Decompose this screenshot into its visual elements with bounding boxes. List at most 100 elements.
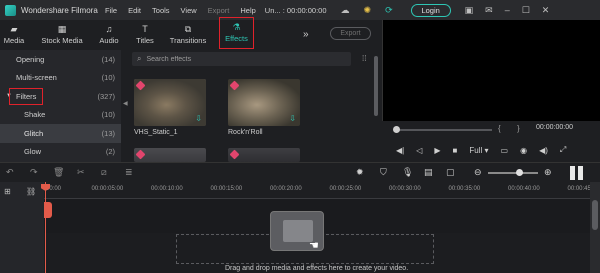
sidebar-item-multi-screen[interactable]: Multi-screen (10) bbox=[0, 69, 121, 88]
playhead-line[interactable] bbox=[45, 182, 46, 273]
crop-icon[interactable]: ⧄ bbox=[101, 167, 107, 178]
sidebar-item-shake[interactable]: Shake (10) bbox=[0, 106, 121, 125]
menu-help[interactable]: Help bbox=[240, 6, 255, 15]
minimize-icon[interactable]: – bbox=[505, 5, 510, 16]
menu-file[interactable]: File bbox=[105, 6, 117, 15]
menu-export[interactable]: Export bbox=[208, 6, 230, 15]
grid-view-icon[interactable]: ⁞⁞ bbox=[362, 54, 366, 63]
media-tabs: ▰ Media ▦ Stock Media ♫ Audio T Titles ⧉… bbox=[0, 17, 382, 50]
preview-scrubber-track[interactable] bbox=[397, 129, 492, 131]
pause-icon[interactable] bbox=[570, 166, 585, 180]
window-controls: ▣ ✉ – ☐ ✕ bbox=[465, 5, 550, 16]
tab-media[interactable]: ▰ Media bbox=[2, 20, 26, 50]
menu-view[interactable]: View bbox=[181, 6, 197, 15]
effect-thumbnail-vhs-static[interactable]: ⇩ bbox=[134, 79, 206, 126]
quality-value: Full bbox=[469, 145, 483, 155]
sync-icon[interactable]: ⟳ bbox=[385, 5, 393, 16]
effects-library: ⌕ ⁞⁞ ⇩ VHS_Static_1 ⇩ Rock'n'Roll bbox=[129, 50, 382, 162]
zoom-slider-track[interactable] bbox=[488, 172, 538, 174]
undo-icon[interactable]: ↶ bbox=[6, 167, 14, 178]
step-back-icon[interactable]: ◀| bbox=[396, 146, 404, 155]
fullscreen-icon[interactable]: ⤢ bbox=[560, 145, 566, 155]
redo-icon[interactable]: ↷ bbox=[30, 167, 38, 178]
sidebar-item-label: Opening bbox=[16, 54, 45, 64]
tab-titles[interactable]: T Titles bbox=[133, 20, 157, 50]
more-tabs-icon[interactable]: » bbox=[303, 29, 309, 40]
add-track-icon[interactable]: ⊞ bbox=[4, 187, 11, 196]
volume-icon[interactable]: ◀) bbox=[539, 146, 548, 155]
mark-in-icon[interactable]: { bbox=[498, 124, 501, 133]
preview-window bbox=[382, 20, 600, 121]
save-icon[interactable]: ▣ bbox=[465, 5, 474, 16]
effect-thumbnail-rock-n-roll[interactable]: ⇩ bbox=[228, 79, 300, 126]
tab-audio[interactable]: ♫ Audio bbox=[97, 20, 121, 50]
cloud-icon[interactable]: ☁ bbox=[341, 5, 350, 16]
tab-titles-label: Titles bbox=[136, 36, 154, 45]
effects-category-sidebar: Opening (14) Multi-screen (10) ▼ Filters… bbox=[0, 50, 121, 162]
search-input[interactable] bbox=[146, 55, 337, 63]
timeline-ruler[interactable]: 00:00 00:00:05:00 00:00:10:00 00:00:15:00 00… bbox=[44, 182, 599, 199]
download-icon[interactable]: ⇩ bbox=[195, 114, 202, 123]
microphone-icon[interactable]: 🎙 bbox=[402, 167, 413, 178]
zoom-out-icon[interactable]: ⊖ bbox=[474, 167, 482, 178]
clip-icon[interactable]: ▢ bbox=[446, 167, 455, 178]
ruler-tick-label: 00:00:20:00 bbox=[270, 186, 302, 192]
delete-icon[interactable]: 🗑 bbox=[53, 167, 64, 178]
snapshot-icon[interactable]: ◉ bbox=[520, 146, 527, 155]
title-bar: Wondershare Filmora File Edit Tools View… bbox=[0, 0, 600, 20]
folder-icon: ▰ bbox=[10, 24, 18, 34]
track-header-panel: ⊞ ⛓ bbox=[0, 182, 44, 273]
effects-scrollbar[interactable] bbox=[374, 56, 378, 116]
sidebar-item-label: Shake bbox=[24, 110, 46, 120]
cut-icon[interactable]: ✂ bbox=[77, 167, 85, 178]
sidebar-item-count: (2) bbox=[105, 147, 115, 157]
sidebar-item-count: (327) bbox=[97, 91, 115, 101]
tab-effects[interactable]: ⚗ Effects bbox=[219, 17, 254, 49]
audio-track-icon[interactable]: ▤ bbox=[424, 167, 433, 178]
hand-cursor-icon: ☚ bbox=[309, 240, 319, 252]
tab-effects-label: Effects bbox=[225, 34, 248, 43]
mail-icon[interactable]: ✉ bbox=[485, 5, 493, 16]
zoom-in-icon[interactable]: ⊕ bbox=[544, 167, 552, 178]
login-button[interactable]: Login bbox=[410, 3, 451, 17]
zoom-slider-knob[interactable] bbox=[516, 169, 523, 176]
play-back-icon[interactable]: ◁ bbox=[416, 146, 422, 155]
preview-scrubber-knob[interactable] bbox=[393, 126, 400, 133]
ruler-tick-label: 00:00:15:00 bbox=[210, 186, 243, 192]
tab-transitions[interactable]: ⧉ Transitions bbox=[168, 20, 208, 50]
maximize-icon[interactable]: ☐ bbox=[522, 5, 530, 16]
link-icon[interactable]: ⛓ bbox=[26, 187, 36, 196]
lightbulb-icon[interactable]: ✺ bbox=[364, 5, 372, 16]
close-icon[interactable]: ✕ bbox=[542, 5, 550, 16]
timeline-toolbar: ↶ ↷ 🗑 ✂ ⧄ ≣ ✹ ⛉ 🎙 ▤ ▢ ⊖ ⊕ bbox=[0, 162, 600, 182]
transitions-icon: ⧉ bbox=[184, 24, 192, 34]
mark-out-icon[interactable]: } bbox=[517, 124, 520, 133]
effect-thumbnail[interactable] bbox=[134, 148, 206, 162]
quality-select[interactable]: Full ▾ bbox=[469, 146, 488, 155]
menu-tools[interactable]: Tools bbox=[152, 6, 170, 15]
sidebar-item-glow[interactable]: Glow (2) bbox=[0, 143, 121, 162]
search-bar: ⌕ bbox=[132, 52, 351, 66]
effect-thumbnail[interactable] bbox=[228, 148, 300, 162]
sidebar-item-glitch[interactable]: Glitch (13) bbox=[0, 124, 121, 143]
project-time: : 00:00:00:00 bbox=[282, 5, 327, 15]
collapse-sidebar-icon[interactable]: ◀ bbox=[123, 100, 128, 107]
stop-icon[interactable]: ■ bbox=[453, 146, 458, 155]
stock-media-icon: ▦ bbox=[57, 24, 67, 34]
monitor-icon[interactable]: ▭ bbox=[501, 146, 509, 155]
play-icon[interactable]: ▶ bbox=[434, 146, 440, 155]
ruler-tick-label: 00:00:10:00 bbox=[151, 186, 183, 192]
export-button[interactable]: Export bbox=[330, 27, 371, 40]
sidebar-item-count: (10) bbox=[101, 110, 115, 120]
titles-icon: T bbox=[142, 24, 148, 34]
effect-label: VHS_Static_1 bbox=[134, 129, 178, 136]
menu-edit[interactable]: Edit bbox=[128, 6, 141, 15]
sidebar-item-opening[interactable]: Opening (14) bbox=[0, 50, 121, 69]
download-icon[interactable]: ⇩ bbox=[289, 114, 296, 123]
tab-stock-media[interactable]: ▦ Stock Media bbox=[40, 20, 84, 50]
playhead-marker bbox=[44, 202, 52, 218]
marker-icon[interactable]: ⛉ bbox=[380, 167, 387, 178]
render-icon[interactable]: ✹ bbox=[356, 167, 364, 178]
timeline-scrollbar[interactable] bbox=[590, 182, 600, 273]
audio-mix-icon[interactable]: ≣ bbox=[125, 167, 133, 178]
